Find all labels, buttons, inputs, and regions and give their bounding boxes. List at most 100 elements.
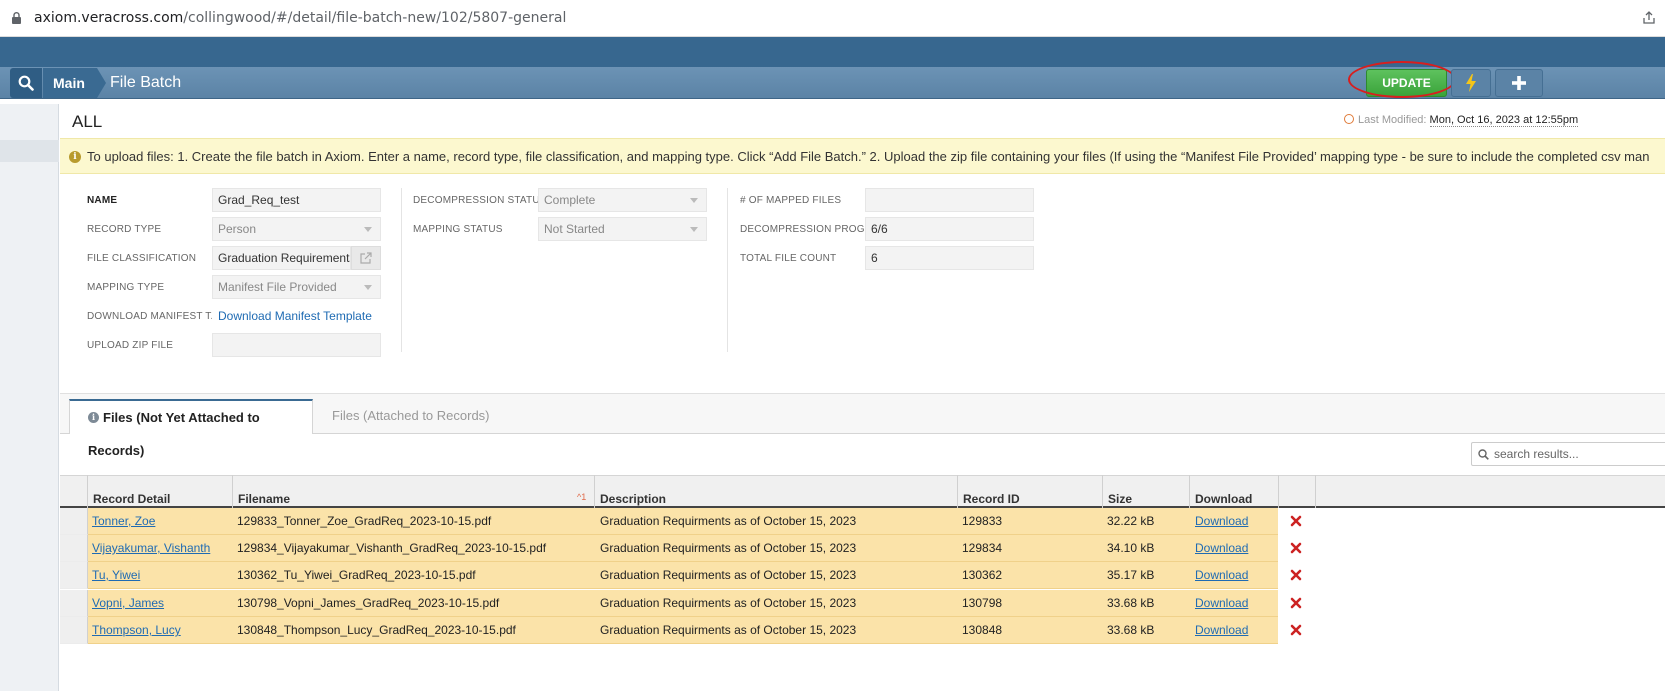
table-row[interactable]: Vopni, James 130798_Vopni_James_GradReq_2… [60,590,1665,617]
close-icon[interactable] [1290,624,1302,636]
open-classification-button[interactable] [351,246,381,270]
mapped-files-label: # OF MAPPED FILES [740,195,842,206]
column-header-description[interactable]: Description [594,475,957,508]
last-modified-value[interactable]: Mon, Oct 16, 2023 at 12:55pm [1429,114,1579,127]
filename-cell: 129833_Tonner_Zoe_GradReq_2023-10-15.pdf [237,514,492,528]
column-header-delete [1278,475,1316,508]
url-host: axiom.veracross.com [34,10,184,26]
download-manifest-link[interactable]: Download Manifest Template [218,309,372,323]
url-path: /collingwood/#/detail/file-batch-new/102… [183,10,567,26]
plus-icon [1512,76,1526,90]
close-icon[interactable] [1290,569,1302,581]
close-icon[interactable] [1290,597,1302,609]
mapped-files-field [865,188,1034,212]
search-icon [1478,449,1489,460]
download-link[interactable]: Download [1195,508,1275,535]
description-cell: Graduation Requirments as of October 15,… [600,541,857,555]
close-icon[interactable] [1290,542,1302,554]
last-modified-label: Last Modified: [1358,114,1427,126]
sort-indicator: ^1 [577,492,587,502]
row-gutter[interactable] [60,562,88,589]
actions-button[interactable] [1451,69,1491,97]
table-row[interactable]: Tu, Yiwei 130362_Tu_Yiwei_GradReq_2023-10… [60,562,1665,589]
filename-cell: 129834_Vijayakumar_Vishanth_GradReq_2023… [237,541,547,555]
size-cell: 35.17 kB [1107,568,1155,582]
global-search-button[interactable] [10,68,42,98]
chevron-down-icon [364,285,372,290]
column-header-download[interactable]: Download [1189,475,1278,508]
size-cell: 34.10 kB [1107,541,1155,555]
info-banner-text: To upload files: 1. Create the file batc… [87,149,1650,164]
table-row[interactable]: Thompson, Lucy 130848_Thompson_Lucy_GradR… [60,617,1665,644]
description-cell: Graduation Requirments as of October 15,… [600,514,857,528]
detail-title: ALL [72,112,103,131]
description-cell: Graduation Requirments as of October 15,… [600,623,857,637]
mapping-type-select[interactable]: Manifest File Provided [212,275,381,299]
description-cell: Graduation Requirments as of October 15,… [600,568,857,582]
search-placeholder: search results... [1494,447,1579,461]
table-row[interactable]: Vijayakumar, Vishanth 129834_Vijayakumar_… [60,535,1665,562]
mapping-status-value: Not Started [544,222,605,236]
record-id-cell: 129833 [962,514,1003,528]
decompression-status-label: DECOMPRESSION STATUS [413,195,547,206]
add-button[interactable] [1495,69,1543,97]
download-manifest-label: DOWNLOAD MANIFEST T... [87,311,220,322]
column-header-size[interactable]: Size [1102,475,1189,508]
app-top-band [0,37,1665,67]
record-detail-link[interactable]: Tonner, Zoe [92,508,232,535]
size-cell: 33.68 kB [1107,623,1155,637]
name-label: NAME [87,195,118,206]
total-file-count-field: 6 [865,246,1034,270]
form-divider [727,188,728,352]
row-gutter[interactable] [60,508,88,535]
mapping-status-select[interactable]: Not Started [538,217,707,241]
clock-icon [1344,114,1354,124]
record-type-value: Person [218,222,257,236]
download-link[interactable]: Download [1195,590,1275,617]
size-cell: 32.22 kB [1107,514,1155,528]
left-sidebar [0,104,59,691]
row-gutter[interactable] [60,617,88,644]
mapping-status-label: MAPPING STATUS [413,224,503,235]
download-link[interactable]: Download [1195,535,1275,562]
row-gutter[interactable] [60,590,88,617]
browser-url-bar[interactable]: axiom.veracross.com/collingwood/#/detail… [0,0,1665,37]
column-header-filename[interactable]: Filename [232,475,594,508]
info-icon: i [88,412,99,423]
record-detail-link[interactable]: Tu, Yiwei [92,562,232,589]
mapping-type-value: Manifest File Provided [218,280,337,294]
column-header-record-id[interactable]: Record ID [957,475,1102,508]
upload-zip-field[interactable] [212,333,381,357]
size-cell: 33.68 kB [1107,596,1155,610]
table-row[interactable]: Tonner, Zoe 129833_Tonner_Zoe_GradReq_202… [60,508,1665,535]
search-results-input[interactable]: search results... [1471,442,1665,466]
breadcrumb-main[interactable]: Main [43,68,97,98]
sidebar-selected-item[interactable] [0,140,59,162]
record-detail-link[interactable]: Vopni, James [92,590,232,617]
decompression-status-select[interactable]: Complete [538,188,707,212]
row-gutter[interactable] [60,535,88,562]
share-icon[interactable] [1641,10,1657,26]
lock-icon [12,12,21,24]
name-field[interactable]: Grad_Req_test [212,188,381,212]
file-classification-label: FILE CLASSIFICATION [87,253,197,264]
record-detail-link[interactable]: Thompson, Lucy [92,617,232,644]
chevron-down-icon [690,198,698,203]
form-divider [401,188,402,352]
file-classification-field[interactable]: Graduation Requirements [212,246,351,270]
close-icon[interactable] [1290,515,1302,527]
decompression-progress-field: 6/6 [865,217,1034,241]
tab-files-attached[interactable]: Files (Attached to Records) [332,408,490,423]
record-type-select[interactable]: Person [212,217,381,241]
filename-cell: 130362_Tu_Yiwei_GradReq_2023-10-15.pdf [237,568,476,582]
update-button[interactable]: UPDATE [1366,69,1447,97]
download-link[interactable]: Download [1195,617,1275,644]
tab-files-not-attached[interactable]: i Files (Not Yet Attached to Records) [69,399,313,458]
url-text[interactable]: axiom.veracross.com/collingwood/#/detail… [34,10,566,26]
total-file-count-label: TOTAL FILE COUNT [740,253,837,264]
record-detail-link[interactable]: Vijayakumar, Vishanth [92,535,232,562]
column-header-record-detail[interactable]: Record Detail [87,475,232,508]
chevron-down-icon [364,227,372,232]
description-cell: Graduation Requirments as of October 15,… [600,596,857,610]
download-link[interactable]: Download [1195,562,1275,589]
